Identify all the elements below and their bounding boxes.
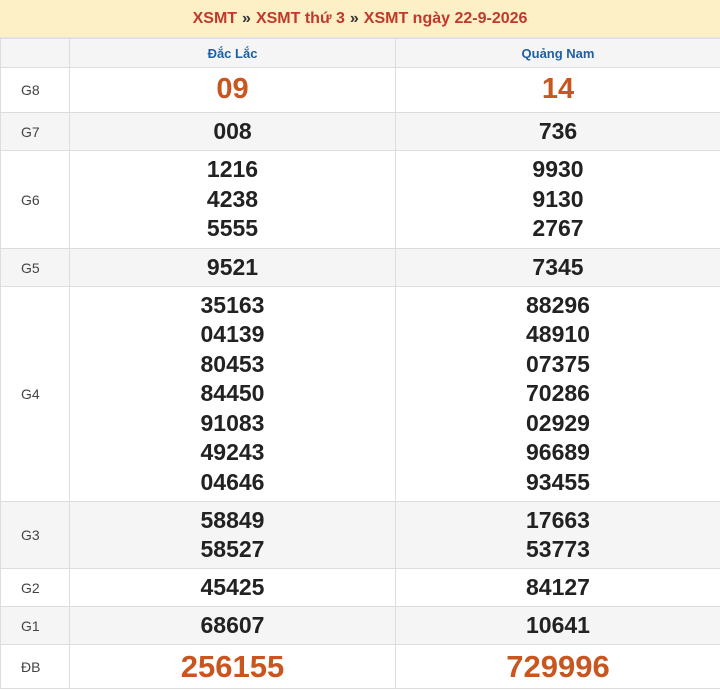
header-prize-column [0,38,70,68]
result-number: 7345 [532,253,584,280]
result-cell: 84127 [395,568,720,607]
breadcrumb-xsmt-link[interactable]: XSMT [193,10,237,28]
result-number: 736 [538,117,578,144]
result-number: 91083 [200,409,265,436]
result-number: 48910 [526,321,590,348]
result-cell: 1216 4238 5555 [69,150,396,249]
table-row: ĐB 256155 729996 [0,644,720,689]
result-number: 04646 [200,468,265,495]
breadcrumb-separator: » [349,9,359,27]
prize-label: G2 [0,568,70,607]
results-table: Đắc Lắc Quảng Nam G8 09 14 G7 008 736 G6… [0,38,720,689]
result-number: 10641 [526,611,590,638]
breadcrumb-xsmt-thu3-link[interactable]: XSMT thứ 3 [256,10,345,28]
table-row: G5 9521 7345 [0,248,720,287]
result-cell: 9930 9130 2767 [395,150,720,249]
result-number: 14 [541,73,575,106]
result-number: 9930 [532,156,584,183]
result-number: 53773 [526,536,590,562]
result-number: 58527 [200,536,265,562]
result-number: 96689 [526,439,590,466]
result-number: 58849 [200,506,265,533]
prize-label: G5 [0,248,70,287]
result-cell: 10641 [395,606,720,645]
result-number: 93455 [526,468,590,495]
result-cell: 008 [69,112,396,151]
result-number: 02929 [526,409,590,436]
result-number: 84450 [200,380,265,407]
result-number: 008 [213,117,252,144]
breadcrumb: XSMT » XSMT thứ 3 » XSMT ngày 22-9-2026 [0,0,720,38]
result-cell: 14 [395,67,720,113]
table-row: G2 45425 84127 [0,568,720,607]
table-header-row: Đắc Lắc Quảng Nam [0,38,720,68]
result-number: 5555 [206,215,259,242]
header-province-quang-nam[interactable]: Quảng Nam [395,38,720,68]
result-cell: 45425 [69,568,396,607]
result-number: 17663 [526,506,590,533]
result-number: 2767 [532,215,584,242]
result-number: 45425 [200,573,265,600]
prize-label: ĐB [0,644,70,689]
result-number: 9521 [206,253,259,280]
result-cell: 68607 [69,606,396,645]
table-row: G8 09 14 [0,67,720,113]
result-number: 49243 [200,439,265,466]
prize-label: G8 [0,67,70,113]
result-cell: 729996 [395,644,720,689]
lottery-results: XSMT » XSMT thứ 3 » XSMT ngày 22-9-2026 … [0,0,720,690]
result-number: 35163 [200,291,265,318]
result-cell: 09 [69,67,396,113]
result-cell: 9521 [69,248,396,287]
result-number: 256155 [180,648,285,684]
result-cell: 256155 [69,644,396,689]
result-cell: 58849 58527 [69,501,396,569]
result-cell: 35163 04139 80453 84450 91083 49243 0464… [69,286,396,502]
prize-label: G7 [0,112,70,151]
result-number: 07375 [526,350,590,377]
prize-label: G1 [0,606,70,645]
result-number: 70286 [526,380,590,407]
prize-label: G6 [0,150,70,249]
prize-label: G4 [0,286,70,502]
breadcrumb-separator: » [242,9,251,27]
result-cell: 17663 53773 [395,501,720,569]
result-cell: 88296 48910 07375 70286 02929 96689 9345… [395,286,720,502]
result-number: 1216 [206,156,259,183]
result-number: 88296 [526,291,590,318]
table-row: G4 35163 04139 80453 84450 91083 49243 0… [0,286,720,502]
prize-label: G3 [0,501,70,569]
result-number: 09 [216,73,249,106]
table-row: G1 68607 10641 [0,606,720,645]
table-row: G6 1216 4238 5555 9930 9130 2767 [0,150,720,249]
table-row: G3 58849 58527 17663 53773 [0,501,720,569]
result-number: 4238 [206,185,259,212]
result-number: 84127 [526,573,590,600]
result-number: 80453 [200,350,265,377]
result-number: 68607 [200,611,265,638]
table-row: G7 008 736 [0,112,720,151]
results-body: G8 09 14 G7 008 736 G6 1216 4238 5555 99… [0,67,720,689]
header-province-dac-lac[interactable]: Đắc Lắc [69,38,396,68]
result-number: 9130 [532,185,584,212]
result-cell: 736 [395,112,720,151]
result-number: 729996 [506,648,610,684]
result-number: 04139 [200,321,265,348]
breadcrumb-xsmt-date-link[interactable]: XSMT ngày 22-9-2026 [364,10,528,28]
result-cell: 7345 [395,248,720,287]
